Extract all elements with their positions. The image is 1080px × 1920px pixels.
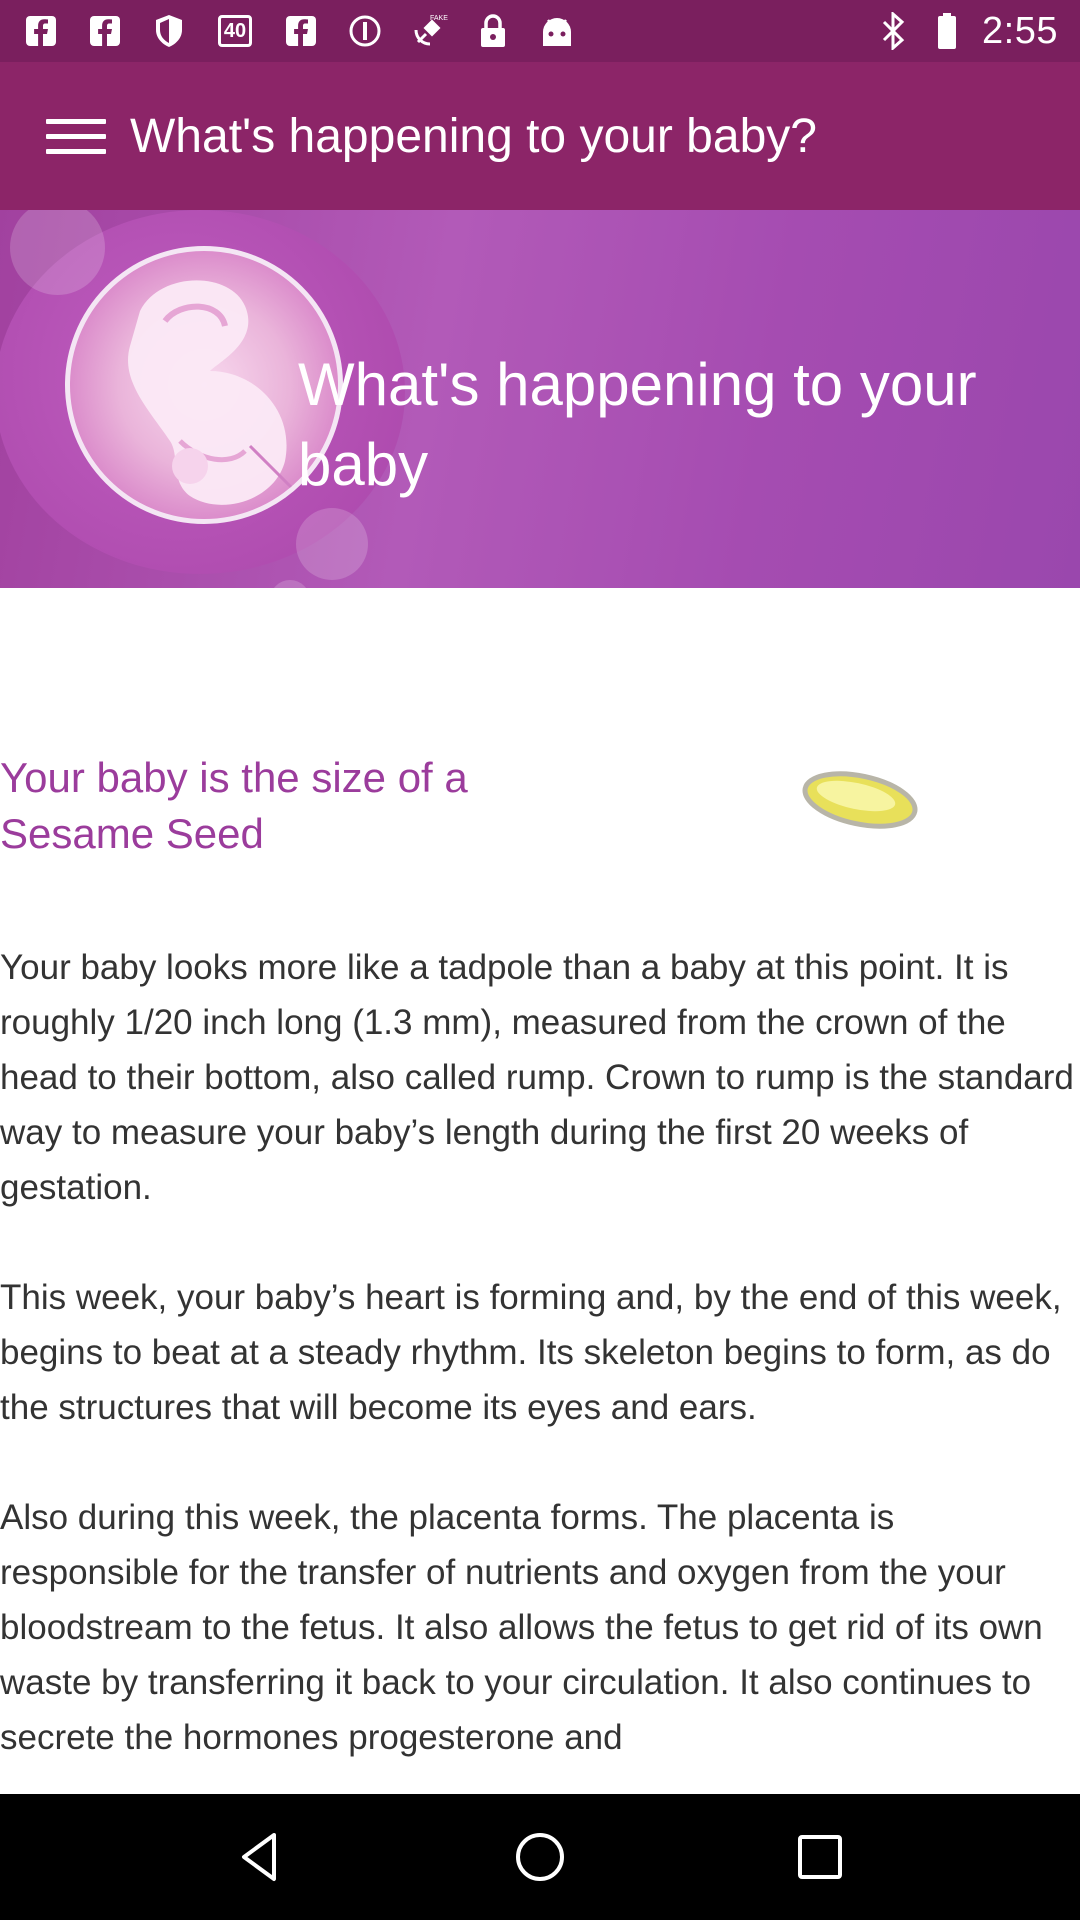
navigation-bar — [0, 1794, 1080, 1920]
hero-banner: What's happening to your baby — [0, 210, 1080, 588]
hero-title: What's happening to your baby — [298, 351, 977, 498]
size-heading: Your baby is the size of a Sesame Seed — [0, 754, 468, 857]
size-section: Your baby is the size of a Sesame Seed — [0, 750, 1080, 870]
app-bar: What's happening to your baby? — [0, 62, 1080, 210]
clock: 2:55 — [982, 9, 1058, 52]
info-circle-icon — [346, 12, 384, 50]
facebook-icon — [282, 12, 320, 50]
bubble-decoration — [296, 508, 368, 580]
forty-badge-icon: 40 — [214, 12, 256, 50]
menu-icon — [46, 118, 106, 124]
facebook-icon — [86, 12, 124, 50]
facebook-icon — [22, 12, 60, 50]
back-icon — [242, 1833, 276, 1881]
home-icon — [516, 1833, 564, 1881]
bubble-decoration — [270, 580, 310, 588]
article-paragraph: This week, your baby’s heart is forming … — [0, 1278, 1062, 1427]
svg-text:FAKE: FAKE — [430, 15, 448, 22]
sesame-seed-icon — [800, 770, 924, 832]
status-right: 2:55 — [874, 10, 1058, 53]
bluetooth-icon — [874, 12, 912, 50]
menu-button[interactable] — [40, 95, 122, 177]
recents-button[interactable] — [778, 1815, 862, 1899]
status-bar: 40 FAKE 2:55 — [0, 0, 1080, 62]
menu-icon-line — [46, 148, 106, 154]
battery-icon — [934, 12, 960, 50]
article-paragraph: Also during this week, the placenta form… — [0, 1498, 1043, 1757]
recents-icon — [798, 1835, 842, 1879]
home-button[interactable] — [498, 1815, 582, 1899]
menu-icon-line — [46, 133, 106, 139]
article-paragraph: Your baby looks more like a tadpole than… — [0, 948, 1074, 1207]
shield-icon — [150, 12, 188, 50]
notification-icons: 40 FAKE — [22, 12, 576, 50]
lock-icon — [474, 12, 512, 50]
article-body: Your baby looks more like a tadpole than… — [0, 940, 1080, 1790]
back-button[interactable] — [218, 1815, 302, 1899]
app-bar-title: What's happening to your baby? — [130, 109, 817, 163]
fake-gps-icon: FAKE — [410, 12, 448, 50]
badge-text: 40 — [217, 15, 253, 47]
android-icon — [538, 12, 576, 50]
